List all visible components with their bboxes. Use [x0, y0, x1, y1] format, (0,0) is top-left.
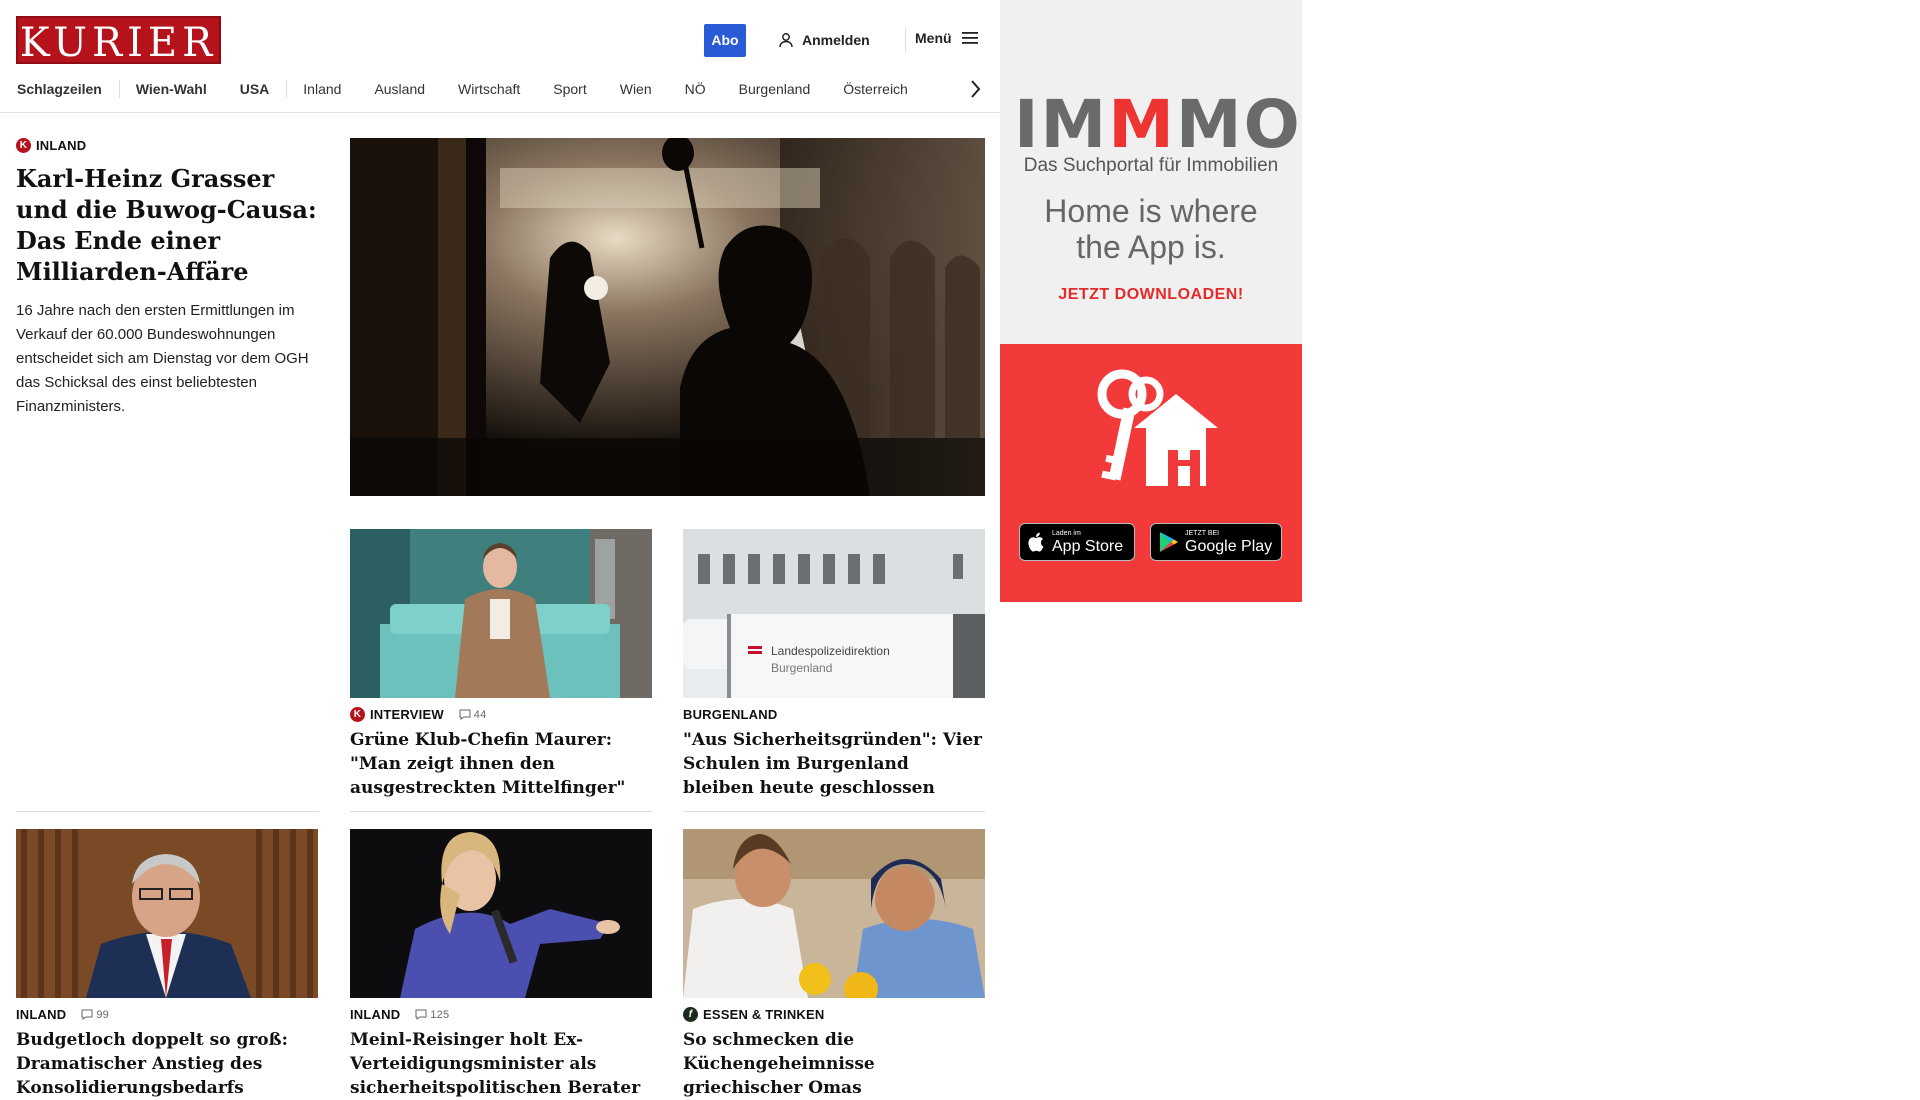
nav-item-ausland[interactable]: Ausland	[358, 81, 442, 97]
article-image[interactable]	[350, 529, 652, 698]
immmo-logo-part2: M	[1108, 86, 1176, 163]
google-play-large-label: Google Play	[1185, 537, 1273, 555]
article-kicker-label: INLAND	[350, 1007, 401, 1022]
google-play-icon	[1160, 532, 1178, 552]
comment-count-value: 44	[473, 708, 487, 721]
article-kicker-label: ESSEN & TRINKEN	[703, 1007, 825, 1022]
google-play-small-label: JETZT BEI	[1185, 529, 1220, 537]
food-brand-icon: f	[683, 1007, 698, 1022]
comment-count[interactable]: 125	[415, 1009, 449, 1021]
article-image[interactable]	[350, 829, 652, 998]
article-image[interactable]	[16, 829, 318, 998]
comment-icon	[459, 709, 471, 720]
comment-count[interactable]: 44	[459, 709, 487, 721]
ad-bottom-panel: Laden im App Store JETZT BEI Google Play	[1000, 344, 1302, 602]
sign-text-line2: Burgenland	[771, 661, 832, 675]
article-card[interactable]: f ESSEN & TRINKEN So schmecken die Küche…	[683, 829, 985, 1100]
section-divider	[350, 811, 652, 812]
article-card[interactable]: INLAND 125 Meinl-Reisinger holt Ex-Verte…	[350, 829, 652, 1100]
ad-claim: Home is where the App is.	[1000, 193, 1302, 265]
article-headline[interactable]: Meinl-Reisinger holt Ex-Verteidigungsmin…	[350, 1028, 652, 1100]
immmo-advertisement[interactable]: IMMMO Das Suchportal für Immobilien Home…	[1000, 0, 1302, 602]
article-image[interactable]: Landespolizeidirektion Burgenland	[683, 529, 985, 698]
ad-claim-line1: Home is where	[1044, 193, 1258, 229]
lead-teaser: 16 Jahre nach den ersten Ermittlungen im…	[16, 302, 309, 415]
comment-count[interactable]: 99	[81, 1009, 109, 1021]
news-page: KURIER Abo Anmelden Menü Schlagzeilen Wi…	[0, 0, 1302, 1098]
article-kicker: K INTERVIEW 44	[350, 707, 652, 722]
article-card[interactable]: INLAND 99 Budgetloch doppelt so groß: Dr…	[16, 829, 318, 1100]
article-headline[interactable]: Grüne Klub-Chefin Maurer: "Man zeigt ihn…	[350, 728, 652, 800]
immmo-logo: IMMMO	[1014, 92, 1300, 158]
nav-item-noe[interactable]: NÖ	[669, 81, 723, 97]
sign-text-line1: Landespolizeidirektion	[771, 644, 890, 658]
abo-button[interactable]: Abo	[704, 24, 746, 57]
article-kicker: BURGENLAND	[683, 707, 985, 722]
lead-image[interactable]	[350, 138, 985, 496]
nav-item-usa[interactable]: USA	[224, 81, 287, 97]
nav-item-wien-wahl[interactable]: Wien-Wahl	[120, 81, 224, 97]
comment-count-value: 99	[96, 1008, 109, 1021]
article-kicker-label: INTERVIEW	[370, 707, 444, 722]
article-headline[interactable]: "Aus Sicherheitsgründen": Vier Schulen i…	[683, 728, 985, 800]
nav-item-sport[interactable]: Sport	[537, 81, 603, 97]
comment-icon	[81, 1009, 93, 1020]
nav-item-inland[interactable]: Inland	[287, 81, 358, 97]
article-kicker-label: INLAND	[16, 1007, 67, 1022]
article-card[interactable]: Landespolizeidirektion Burgenland BURGEN…	[683, 529, 985, 800]
immmo-logo-part1: IM	[1014, 86, 1109, 163]
user-icon	[779, 33, 793, 48]
article-image[interactable]	[683, 829, 985, 998]
key-house-icon	[1097, 369, 1218, 486]
hamburger-icon	[961, 32, 978, 44]
section-divider	[16, 811, 319, 812]
kurier-logo[interactable]: KURIER	[16, 16, 221, 66]
ad-download-cta[interactable]: JETZT DOWNLOADEN!	[1000, 286, 1302, 304]
menu-button[interactable]: Menü	[915, 30, 978, 46]
article-kicker: INLAND 125	[350, 1007, 652, 1022]
login-label: Anmelden	[802, 32, 870, 48]
nav-item-burgenland[interactable]: Burgenland	[723, 81, 828, 97]
immmo-logo-part3: MO	[1175, 86, 1302, 163]
comment-icon	[415, 1009, 427, 1020]
ad-top-panel: IMMMO Das Suchportal für Immobilien Home…	[1000, 0, 1302, 344]
nav-item-wirtschaft[interactable]: Wirtschaft	[442, 81, 537, 97]
lead-kicker-label: INLAND	[36, 138, 87, 153]
app-store-button[interactable]: Laden im App Store	[1019, 523, 1135, 561]
section-divider	[683, 811, 985, 812]
lead-kicker: K INLAND	[16, 138, 319, 153]
kurier-plus-icon: K	[16, 138, 31, 153]
nav-item-wien[interactable]: Wien	[604, 81, 669, 97]
app-store-large-label: App Store	[1052, 537, 1124, 555]
app-store-small-label: Laden im	[1052, 529, 1081, 537]
header-divider	[905, 28, 906, 52]
comment-count-value: 125	[430, 1008, 450, 1021]
login-button[interactable]: Anmelden	[778, 30, 870, 50]
kurier-plus-icon: K	[350, 707, 365, 722]
ad-subtitle: Das Suchportal für Immobilien	[1023, 155, 1279, 176]
apple-icon	[1028, 532, 1044, 552]
article-kicker: f ESSEN & TRINKEN	[683, 1007, 985, 1022]
article-kicker: INLAND 99	[16, 1007, 318, 1022]
article-card[interactable]: K INTERVIEW 44 Grüne Klub-Chefin Maurer:…	[350, 529, 652, 800]
header-rule	[0, 112, 1000, 113]
lead-headline[interactable]: Karl-Heinz Grasser und die Buwog-Causa: …	[16, 163, 319, 287]
google-play-button[interactable]: JETZT BEI Google Play	[1150, 523, 1282, 561]
article-headline[interactable]: Budgetloch doppelt so groß: Dramatischer…	[16, 1028, 318, 1100]
section-nav: Schlagzeilen Wien-Wahl USA Inland Auslan…	[16, 78, 980, 100]
ad-claim-line2: the App is.	[1076, 229, 1226, 265]
chevron-right-icon[interactable]	[966, 78, 986, 100]
menu-label: Menü	[915, 30, 952, 46]
article-headline[interactable]: So schmecken die Küchengeheimnisse griec…	[683, 1028, 985, 1100]
lead-article[interactable]: K INLAND Karl-Heinz Grasser und die Buwo…	[16, 138, 319, 419]
nav-item-oesterreich[interactable]: Österreich	[827, 81, 925, 97]
nav-item-schlagzeilen[interactable]: Schlagzeilen	[16, 81, 119, 97]
article-kicker-label: BURGENLAND	[683, 707, 778, 722]
